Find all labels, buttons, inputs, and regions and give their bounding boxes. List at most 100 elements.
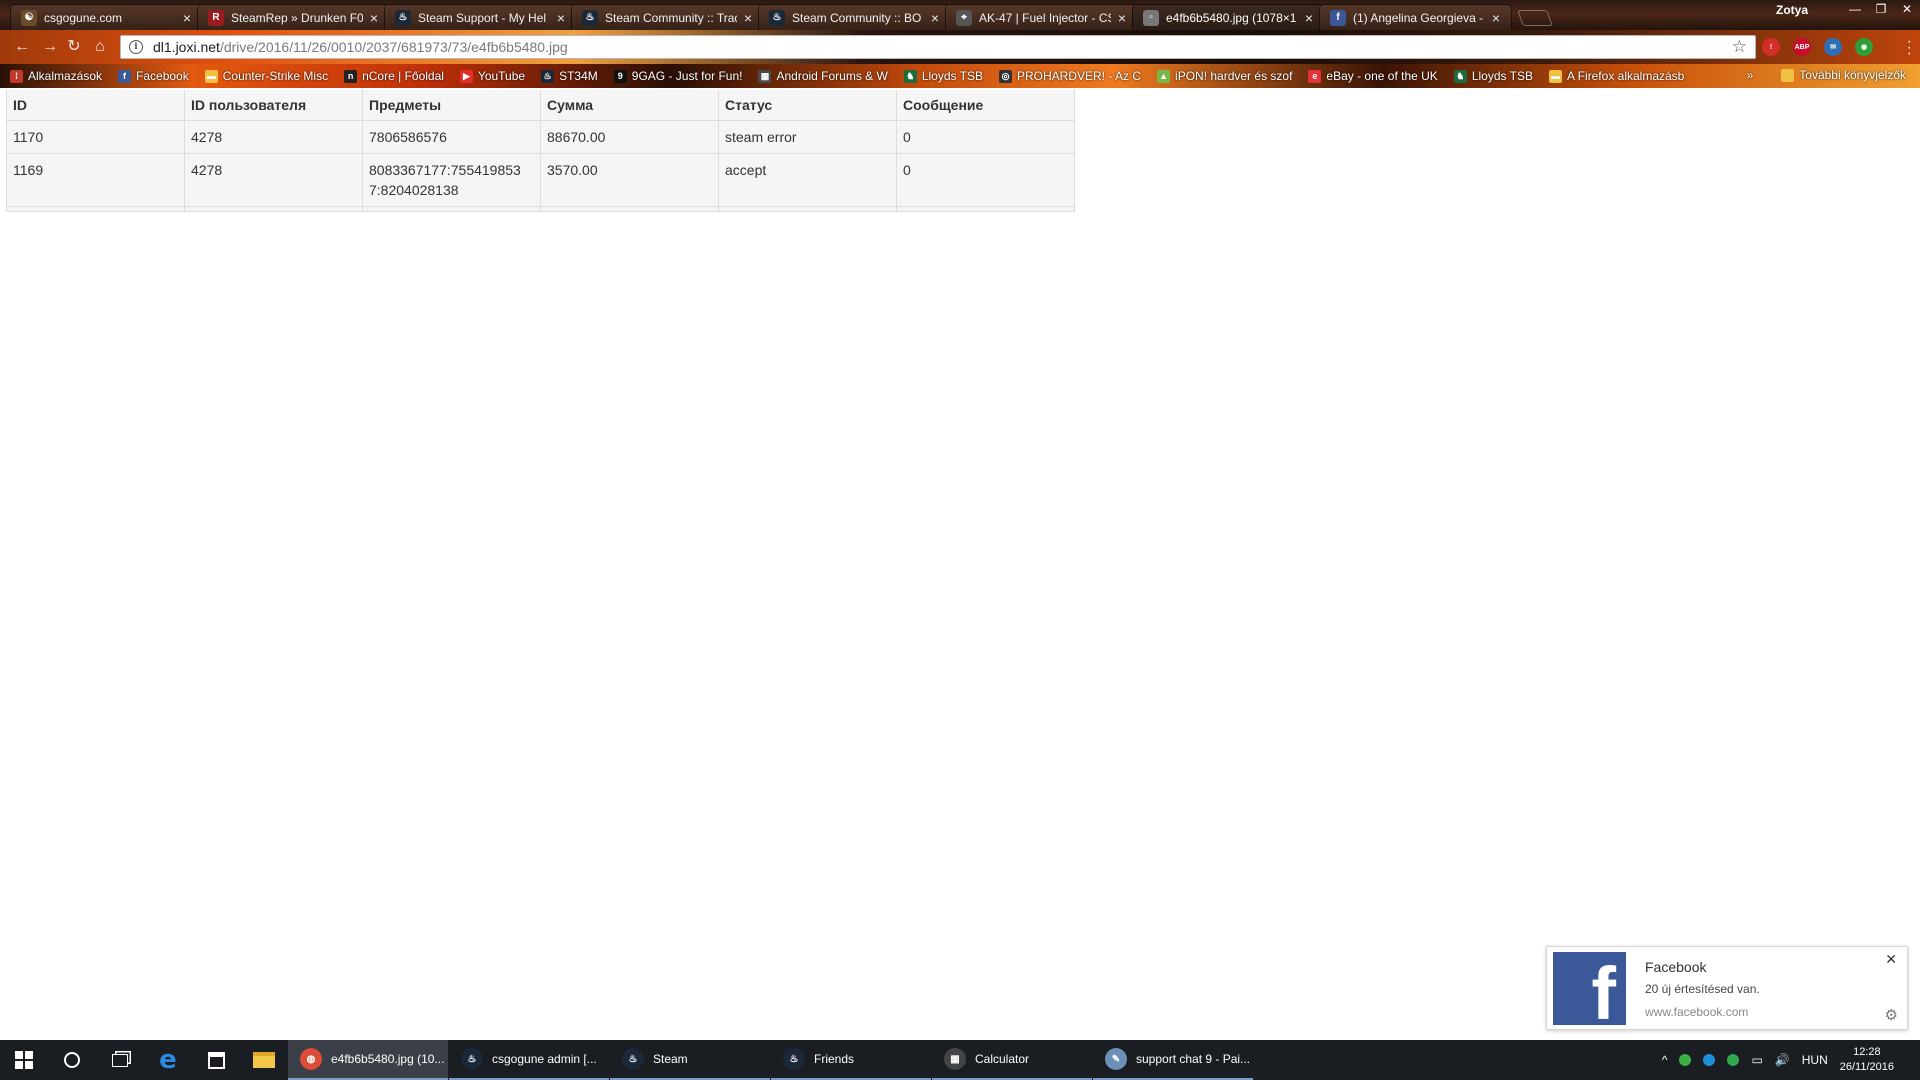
minimize-button[interactable]: — (1842, 0, 1868, 18)
taskbar-task[interactable]: ♨ Friends (771, 1040, 931, 1080)
other-bookmarks[interactable]: » További könyvjelzők (1747, 68, 1906, 82)
clock[interactable]: 12:28 26/11/2016 (1840, 1045, 1894, 1075)
task-view-icon (112, 1053, 128, 1067)
browser-tab[interactable]: ⌖ AK-47 | Fuel Injector - CS × (945, 4, 1138, 30)
bookmark-item[interactable]: ◎ PROHARDVER! - Az C (999, 69, 1141, 83)
windows-logo-icon (15, 1051, 33, 1069)
reload-icon[interactable]: ↻ (64, 37, 84, 57)
facebook-notification[interactable]: f Facebook 20 új értesítésed van. www.fa… (1546, 946, 1908, 1030)
browser-tab[interactable]: ☯ csgogune.com × (10, 4, 203, 30)
bookmark-star-icon[interactable]: ☆ (1732, 37, 1747, 57)
adblock-plus-icon[interactable]: ABP (1793, 38, 1811, 56)
tab-title: (1) Angelina Georgieva - (1353, 10, 1484, 25)
bookmark-item[interactable]: ▬ Counter-Strike Misc (204, 69, 328, 83)
tab-favicon-icon: f (1330, 9, 1346, 26)
tray-app-icon[interactable] (1679, 1054, 1692, 1066)
bookmark-label: 9GAG - Just for Fun! (631, 69, 743, 83)
bookmark-item[interactable]: ▶ YouTube (459, 69, 525, 83)
bookmarks-overflow-chevron-icon[interactable]: » (1747, 68, 1754, 82)
home-icon[interactable]: ⌂ (90, 37, 110, 57)
tab-close-icon[interactable]: × (554, 10, 568, 26)
url-path: /drive/2016/11/26/0010/2037/681973/73/e4… (219, 39, 568, 55)
cortana-button[interactable] (48, 1040, 96, 1080)
tab-close-icon[interactable]: × (928, 10, 942, 26)
bookmark-favicon-icon: ▦ (758, 69, 772, 83)
bookmark-item[interactable]: ⁞ Alkalmazások (10, 69, 102, 83)
address-bar[interactable]: i dl1.joxi.net/drive/2016/11/26/0010/203… (120, 35, 1756, 59)
browser-tab[interactable]: ♨ Steam Community :: Trad × (571, 4, 764, 30)
bookmark-label: Lloyds TSB (1471, 69, 1533, 83)
page-content: ID ID пользователя Предметы Сумма Статус Сооб… (0, 88, 1920, 1040)
bookmark-item[interactable]: 9 9GAG - Just for Fun! (613, 69, 743, 83)
browser-tab[interactable]: f (1) Angelina Georgieva - × (1319, 4, 1512, 30)
site-info-icon[interactable]: i (129, 40, 143, 54)
bookmark-item[interactable]: ♨ ST34M (541, 69, 598, 83)
start-button[interactable] (0, 1040, 48, 1080)
volume-icon[interactable]: 🔊 (1775, 1053, 1790, 1067)
bookmark-favicon-icon: n (344, 69, 358, 83)
bookmark-item[interactable]: n nCore | Főoldal (344, 69, 444, 83)
browser-tab[interactable]: ♨ Steam Community :: BO × (758, 4, 951, 30)
taskbar-task[interactable]: ◍ e4fb6b5480.jpg (10... (288, 1040, 448, 1080)
column-header: ID (6, 90, 185, 121)
taskbar-task[interactable]: ✎ support chat 9 - Pai... (1093, 1040, 1253, 1080)
tab-close-icon[interactable]: × (1115, 10, 1129, 26)
bookmark-favicon-icon: ▬ (1548, 69, 1562, 83)
notification-settings-icon[interactable]: ⚙ (1885, 1006, 1898, 1024)
taskbar-task[interactable]: ▦ Calculator (932, 1040, 1092, 1080)
store-pinned-button[interactable] (192, 1040, 240, 1080)
table-cell-empty (362, 206, 541, 212)
taskbar-task[interactable]: ♨ Steam (610, 1040, 770, 1080)
edge-pinned-button[interactable]: e (144, 1040, 192, 1080)
task-view-button[interactable] (96, 1040, 144, 1080)
task-app-icon: ◍ (300, 1048, 322, 1070)
bookmark-label: PROHARDVER! - Az C (1017, 69, 1142, 83)
browser-tab[interactable]: R SteamRep » Drunken F0 × (197, 4, 390, 30)
tab-close-icon[interactable]: × (367, 10, 381, 26)
bookmark-item[interactable]: ▬ A Firefox alkalmazásb (1548, 69, 1684, 83)
tray-network-icon[interactable] (1703, 1054, 1716, 1066)
tab-close-icon[interactable]: × (741, 10, 755, 26)
tab-close-icon[interactable]: × (180, 10, 194, 26)
tab-favicon-icon: R (208, 9, 224, 26)
table-cell: 4278 (184, 120, 363, 154)
bookmark-favicon-icon: 9 (613, 69, 627, 83)
clock-time: 12:28 (1853, 1046, 1881, 1058)
taskbar-task[interactable]: ♨ csgogune admin [... (449, 1040, 609, 1080)
bookmark-item[interactable]: ▲ iPON! hardver és szof (1157, 69, 1292, 83)
tab-close-icon[interactable]: × (1302, 10, 1316, 26)
table-row: 1169 4278 8083367177:755419853 7:820402813… (6, 153, 1075, 207)
new-tab-button[interactable] (1517, 10, 1553, 26)
bookmark-item[interactable]: f Facebook (118, 69, 189, 83)
vpn-icon[interactable]: ◉ (1855, 38, 1873, 56)
browser-tab[interactable]: ▫ e4fb6b5480.jpg (1078×1 × (1132, 4, 1325, 30)
lastpass-icon[interactable]: ! (1762, 38, 1780, 56)
bookmark-item[interactable]: ♞ Lloyds TSB (1453, 69, 1533, 83)
table-row-partial (6, 206, 1075, 212)
input-language[interactable]: HUN (1802, 1053, 1828, 1067)
window-controls: — ❐ ✕ (1842, 0, 1920, 18)
browser-menu-icon[interactable]: · · · (1907, 34, 1912, 62)
bookmark-favicon-icon: ▬ (204, 69, 218, 83)
edge-icon: e (159, 1045, 177, 1075)
close-window-button[interactable]: ✕ (1894, 0, 1920, 18)
bookmark-item[interactable]: ▦ Android Forums & W (758, 69, 888, 83)
restore-button[interactable]: ❐ (1868, 0, 1894, 18)
browser-tab[interactable]: ♨ Steam Support - My Hel × (384, 4, 577, 30)
notification-close-icon[interactable]: ✕ (1885, 951, 1897, 968)
tray-overflow-chevron-icon[interactable]: ^ (1662, 1053, 1668, 1067)
table-cell-empty (540, 206, 719, 212)
notification-body: 20 új értesítésed van. (1645, 982, 1760, 996)
bookmark-label: iPON! hardver és szof (1175, 69, 1293, 83)
forward-arrow-icon[interactable]: → (40, 37, 60, 57)
notification-site: www.facebook.com (1645, 1005, 1749, 1019)
explorer-pinned-button[interactable] (240, 1040, 288, 1080)
bookmark-item[interactable]: e eBay - one of the UK (1308, 69, 1438, 83)
tray-monitor-icon[interactable]: ▭ (1751, 1053, 1762, 1067)
mail-icon[interactable]: ✉ (1824, 38, 1842, 56)
profile-name[interactable]: Zotya (1776, 3, 1808, 17)
tray-vpn-icon[interactable] (1727, 1054, 1740, 1066)
tab-close-icon[interactable]: × (1489, 10, 1503, 26)
back-arrow-icon[interactable]: ← (12, 37, 32, 57)
bookmark-item[interactable]: ♞ Lloyds TSB (903, 69, 983, 83)
